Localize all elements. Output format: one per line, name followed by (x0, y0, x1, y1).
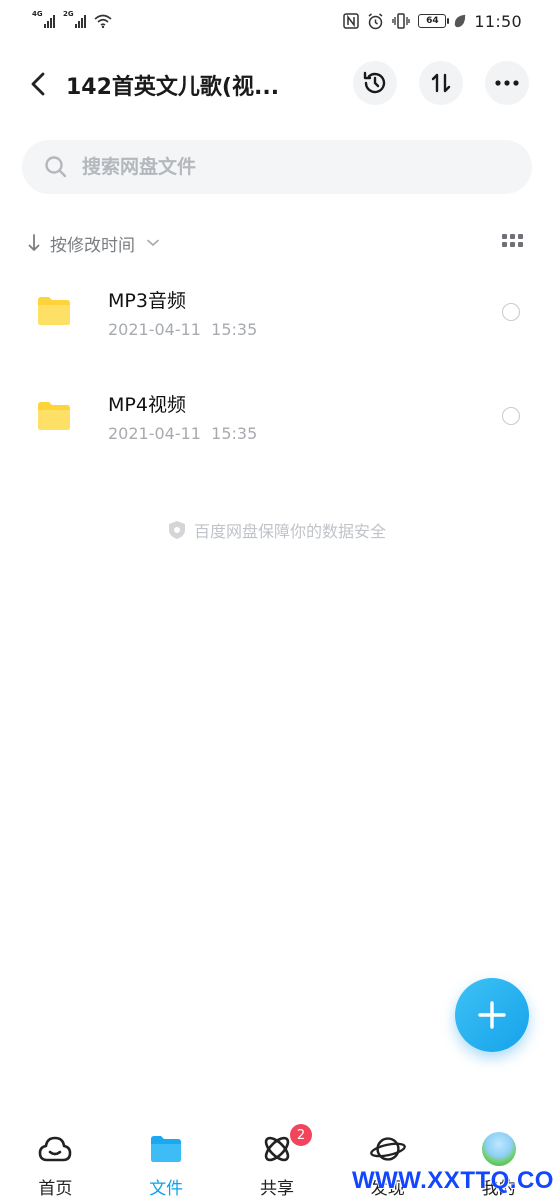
signal-strength-icon: 2G (63, 10, 86, 28)
history-button[interactable] (353, 61, 397, 105)
file-date: 2021-04-11 15:35 (108, 424, 258, 443)
status-bar: 4G 2G 64 11:50 (0, 0, 554, 42)
select-radio[interactable] (502, 407, 520, 425)
clock-time: 11:50 (474, 11, 522, 31)
file-list-item[interactable]: MP4视频 2021-04-11 15:35 (0, 366, 554, 466)
grid-view-button[interactable] (502, 233, 524, 255)
folder-icon (148, 1132, 184, 1166)
watermark-text: WWW.XXTTQ.COM (352, 1167, 554, 1194)
avatar (481, 1132, 516, 1166)
file-list-item[interactable]: MP3音频 2021-04-11 15:35 (0, 262, 554, 362)
power-saving-leaf-icon (455, 14, 466, 28)
more-icon (495, 80, 519, 86)
share-badge: 2 (290, 1124, 312, 1146)
nfc-icon (343, 13, 360, 29)
select-radio[interactable] (502, 303, 520, 321)
status-right: 64 11:50 (343, 12, 522, 31)
signal-strength-icon: 4G (32, 10, 55, 28)
shield-icon (168, 521, 185, 539)
nav-share[interactable]: 共享 (222, 1120, 333, 1200)
more-button[interactable] (485, 61, 529, 105)
folder-icon (38, 297, 70, 325)
file-name: MP3音频 (108, 290, 186, 312)
vibrate-icon (392, 13, 411, 29)
status-left: 4G 2G (32, 10, 112, 28)
back-button[interactable] (22, 67, 54, 101)
chevron-down-icon (147, 239, 159, 247)
file-date: 2021-04-11 15:35 (108, 320, 258, 339)
folder-icon (38, 402, 70, 430)
grid-view-icon (502, 234, 523, 247)
file-name: MP4视频 (108, 394, 186, 416)
battery-indicator: 64 (418, 14, 450, 28)
planet-icon (369, 1132, 406, 1166)
sort-toggle-button[interactable] (419, 61, 463, 105)
plus-icon (478, 1001, 506, 1029)
top-header: 142首英文儿歌(视... (0, 55, 554, 113)
avatar-icon (481, 1132, 517, 1166)
nav-label: 文件 (149, 1179, 184, 1199)
wifi-icon (94, 14, 112, 28)
search-bar[interactable] (22, 140, 532, 194)
network-type-label: 4G (32, 10, 43, 18)
arrow-down-icon (28, 234, 40, 251)
nav-label: 共享 (259, 1179, 294, 1199)
nav-files[interactable]: 文件 (111, 1120, 222, 1200)
sort-dropdown[interactable]: 按修改时间 (28, 231, 159, 256)
search-icon (45, 156, 67, 178)
network-type-label: 2G (63, 10, 74, 18)
chevron-left-icon (31, 72, 45, 96)
sort-label: 按修改时间 (50, 235, 135, 256)
search-input[interactable] (82, 156, 482, 178)
nav-home[interactable]: 首页 (0, 1120, 111, 1200)
history-icon (363, 71, 386, 94)
sort-row: 按修改时间 (28, 228, 524, 258)
alarm-icon (368, 12, 383, 29)
security-note: 百度网盘保障你的数据安全 (0, 518, 554, 542)
nav-label: 首页 (38, 1179, 73, 1199)
security-note-text: 百度网盘保障你的数据安全 (193, 522, 386, 541)
sort-toggle-icon (431, 73, 451, 93)
page-title: 142首英文儿歌(视... (66, 75, 280, 100)
add-button[interactable] (455, 978, 529, 1052)
cloud-home-icon (37, 1132, 73, 1166)
